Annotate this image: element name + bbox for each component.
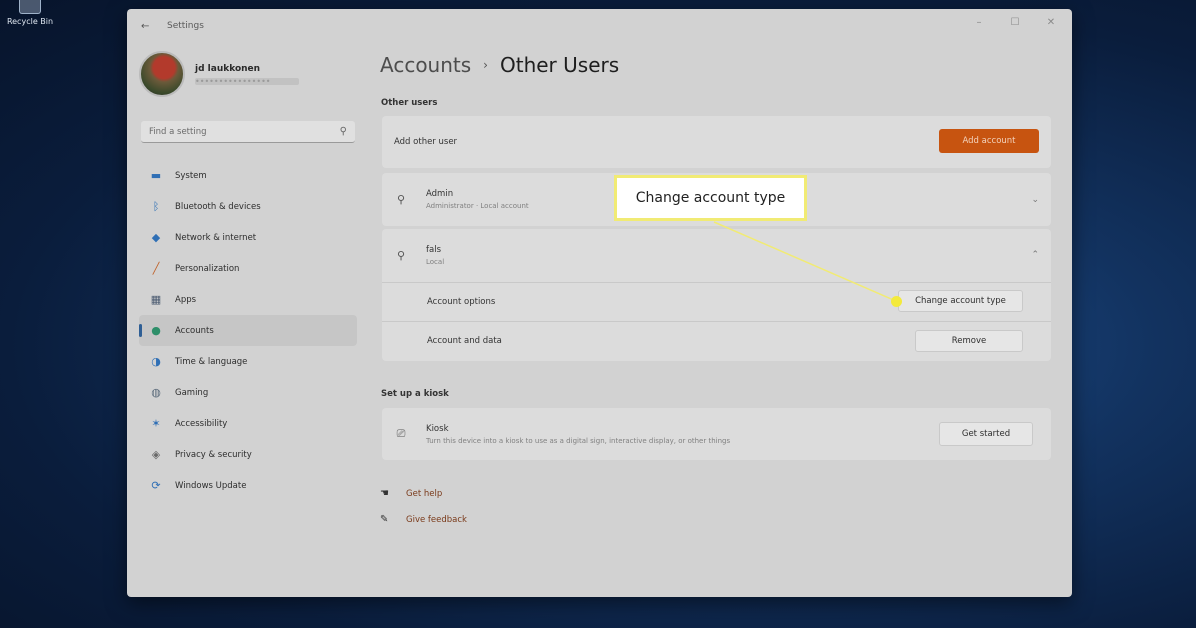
kiosk-title: Kiosk	[426, 423, 449, 434]
maximize-icon[interactable]: ☐	[1008, 17, 1022, 28]
chevron-up-icon[interactable]: ⌃	[1031, 250, 1039, 260]
settings-window: ← Settings – ☐ ✕ jd laukkonen ••••••••••…	[127, 9, 1072, 597]
user-header-fals[interactable]: ⚲ fals Local ⌃	[382, 229, 1051, 281]
person-icon: ●	[151, 324, 161, 337]
accessibility-icon: ✶	[151, 417, 161, 430]
change-account-type-button[interactable]: Change account type	[898, 290, 1023, 312]
account-options-label: Account options	[427, 297, 496, 307]
sidebar-item-label: Accessibility	[175, 418, 228, 429]
close-icon[interactable]: ✕	[1044, 17, 1058, 28]
gamepad-icon: ◍	[151, 386, 161, 399]
sidebar-item-accounts[interactable]: ● Accounts	[139, 315, 357, 346]
user-subtitle: Local	[426, 257, 445, 266]
avatar	[139, 51, 185, 97]
sidebar-item-label: Accounts	[175, 325, 214, 336]
shield-icon: ◈	[151, 448, 161, 461]
sidebar-item-windows-update[interactable]: ⟳ Windows Update	[139, 470, 357, 501]
title-bar: ← Settings – ☐ ✕	[127, 9, 1072, 43]
chevron-down-icon[interactable]: ⌄	[1031, 195, 1039, 205]
sidebar-item-label: Gaming	[175, 387, 209, 398]
breadcrumb-parent[interactable]: Accounts	[380, 53, 471, 77]
add-account-button[interactable]: Add account	[939, 129, 1039, 153]
sidebar-item-network-internet[interactable]: ◆ Network & internet	[139, 222, 357, 253]
get-help-link[interactable]: ☚ Get help	[380, 488, 442, 499]
window-controls: – ☐ ✕	[972, 17, 1058, 28]
brush-icon: ╱	[152, 262, 160, 275]
sidebar-item-bluetooth-devices[interactable]: ᛒ Bluetooth & devices	[139, 191, 357, 222]
monitor-icon: ▬	[150, 169, 162, 182]
profile-header[interactable]: jd laukkonen ••••••••••••••••	[139, 51, 299, 97]
section-title-kiosk: Set up a kiosk	[381, 389, 449, 399]
give-feedback-label: Give feedback	[406, 514, 467, 525]
breadcrumb: Accounts › Other Users	[380, 53, 619, 77]
get-help-label: Get help	[406, 488, 443, 499]
sidebar-item-label: Windows Update	[175, 480, 247, 491]
profile-name: jd laukkonen	[195, 63, 261, 74]
account-and-data-label: Account and data	[427, 336, 502, 346]
give-feedback-link[interactable]: ✎ Give feedback	[380, 514, 467, 525]
sidebar-item-label: Privacy & security	[175, 449, 252, 460]
update-icon: ⟳	[151, 479, 161, 492]
recycle-bin-shortcut[interactable]: Recycle Bin	[4, 0, 56, 32]
help-icon: ☚	[380, 488, 389, 499]
sidebar-item-label: System	[175, 170, 207, 181]
add-other-user-label: Add other user	[394, 137, 458, 147]
user-card-fals: ⚲ fals Local ⌃ Account options Change ac…	[382, 229, 1051, 361]
back-arrow-icon[interactable]: ←	[141, 21, 155, 32]
sidebar-item-gaming[interactable]: ◍ Gaming	[139, 377, 357, 408]
user-name: Admin	[426, 189, 454, 199]
sidebar-item-label: Bluetooth & devices	[175, 201, 261, 212]
bluetooth-icon: ᛒ	[152, 200, 160, 213]
get-started-button[interactable]: Get started	[939, 422, 1033, 446]
breadcrumb-separator: ›	[483, 58, 488, 72]
profile-email-blurred: ••••••••••••••••	[195, 77, 299, 85]
search-placeholder: Find a setting	[149, 126, 207, 137]
recycle-bin-label: Recycle Bin	[6, 17, 54, 26]
kiosk-description: Turn this device into a kiosk to use as …	[426, 436, 731, 445]
apps-icon: ▦	[150, 293, 162, 306]
sidebar-item-apps[interactable]: ▦ Apps	[139, 284, 357, 315]
kiosk-icon: ⎚	[396, 427, 406, 440]
sidebar-item-label: Personalization	[175, 263, 240, 274]
user-icon: ⚲	[396, 193, 406, 206]
search-input[interactable]: Find a setting ⚲	[141, 121, 355, 143]
callout-pointer-dot	[891, 296, 902, 307]
user-subtitle: Administrator · Local account	[426, 202, 529, 210]
add-user-card: Add other user Add account	[382, 116, 1051, 168]
user-icon: ⚲	[396, 248, 406, 262]
page-title: Other Users	[499, 53, 620, 77]
remove-button[interactable]: Remove	[915, 330, 1023, 352]
sidebar-item-label: Network & internet	[175, 232, 257, 243]
user-name: fals	[426, 244, 441, 255]
sidebar-item-privacy-security[interactable]: ◈ Privacy & security	[139, 439, 357, 470]
sidebar-item-label: Apps	[175, 294, 197, 305]
globe-clock-icon: ◑	[151, 355, 161, 368]
feedback-icon: ✎	[380, 514, 389, 525]
sidebar-item-label: Time & language	[175, 356, 248, 367]
app-title: Settings	[167, 21, 204, 31]
search-icon: ⚲	[339, 126, 347, 137]
sidebar-item-personalization[interactable]: ╱ Personalization	[139, 253, 357, 284]
section-title-other-users: Other users	[381, 98, 438, 108]
sidebar-item-time-language[interactable]: ◑ Time & language	[139, 346, 357, 377]
minimize-icon[interactable]: –	[972, 17, 986, 28]
sidebar-item-system[interactable]: ▬ System	[139, 160, 357, 191]
sidebar-item-accessibility[interactable]: ✶ Accessibility	[139, 408, 357, 439]
callout-annotation: Change account type	[614, 175, 807, 221]
recycle-bin-icon	[19, 0, 41, 14]
kiosk-card: ⎚ Kiosk Turn this device into a kiosk to…	[382, 408, 1051, 460]
sidebar-nav: ▬ System ᛒ Bluetooth & devices ◆ Network & in…	[139, 160, 357, 501]
wifi-icon: ◆	[151, 231, 161, 244]
